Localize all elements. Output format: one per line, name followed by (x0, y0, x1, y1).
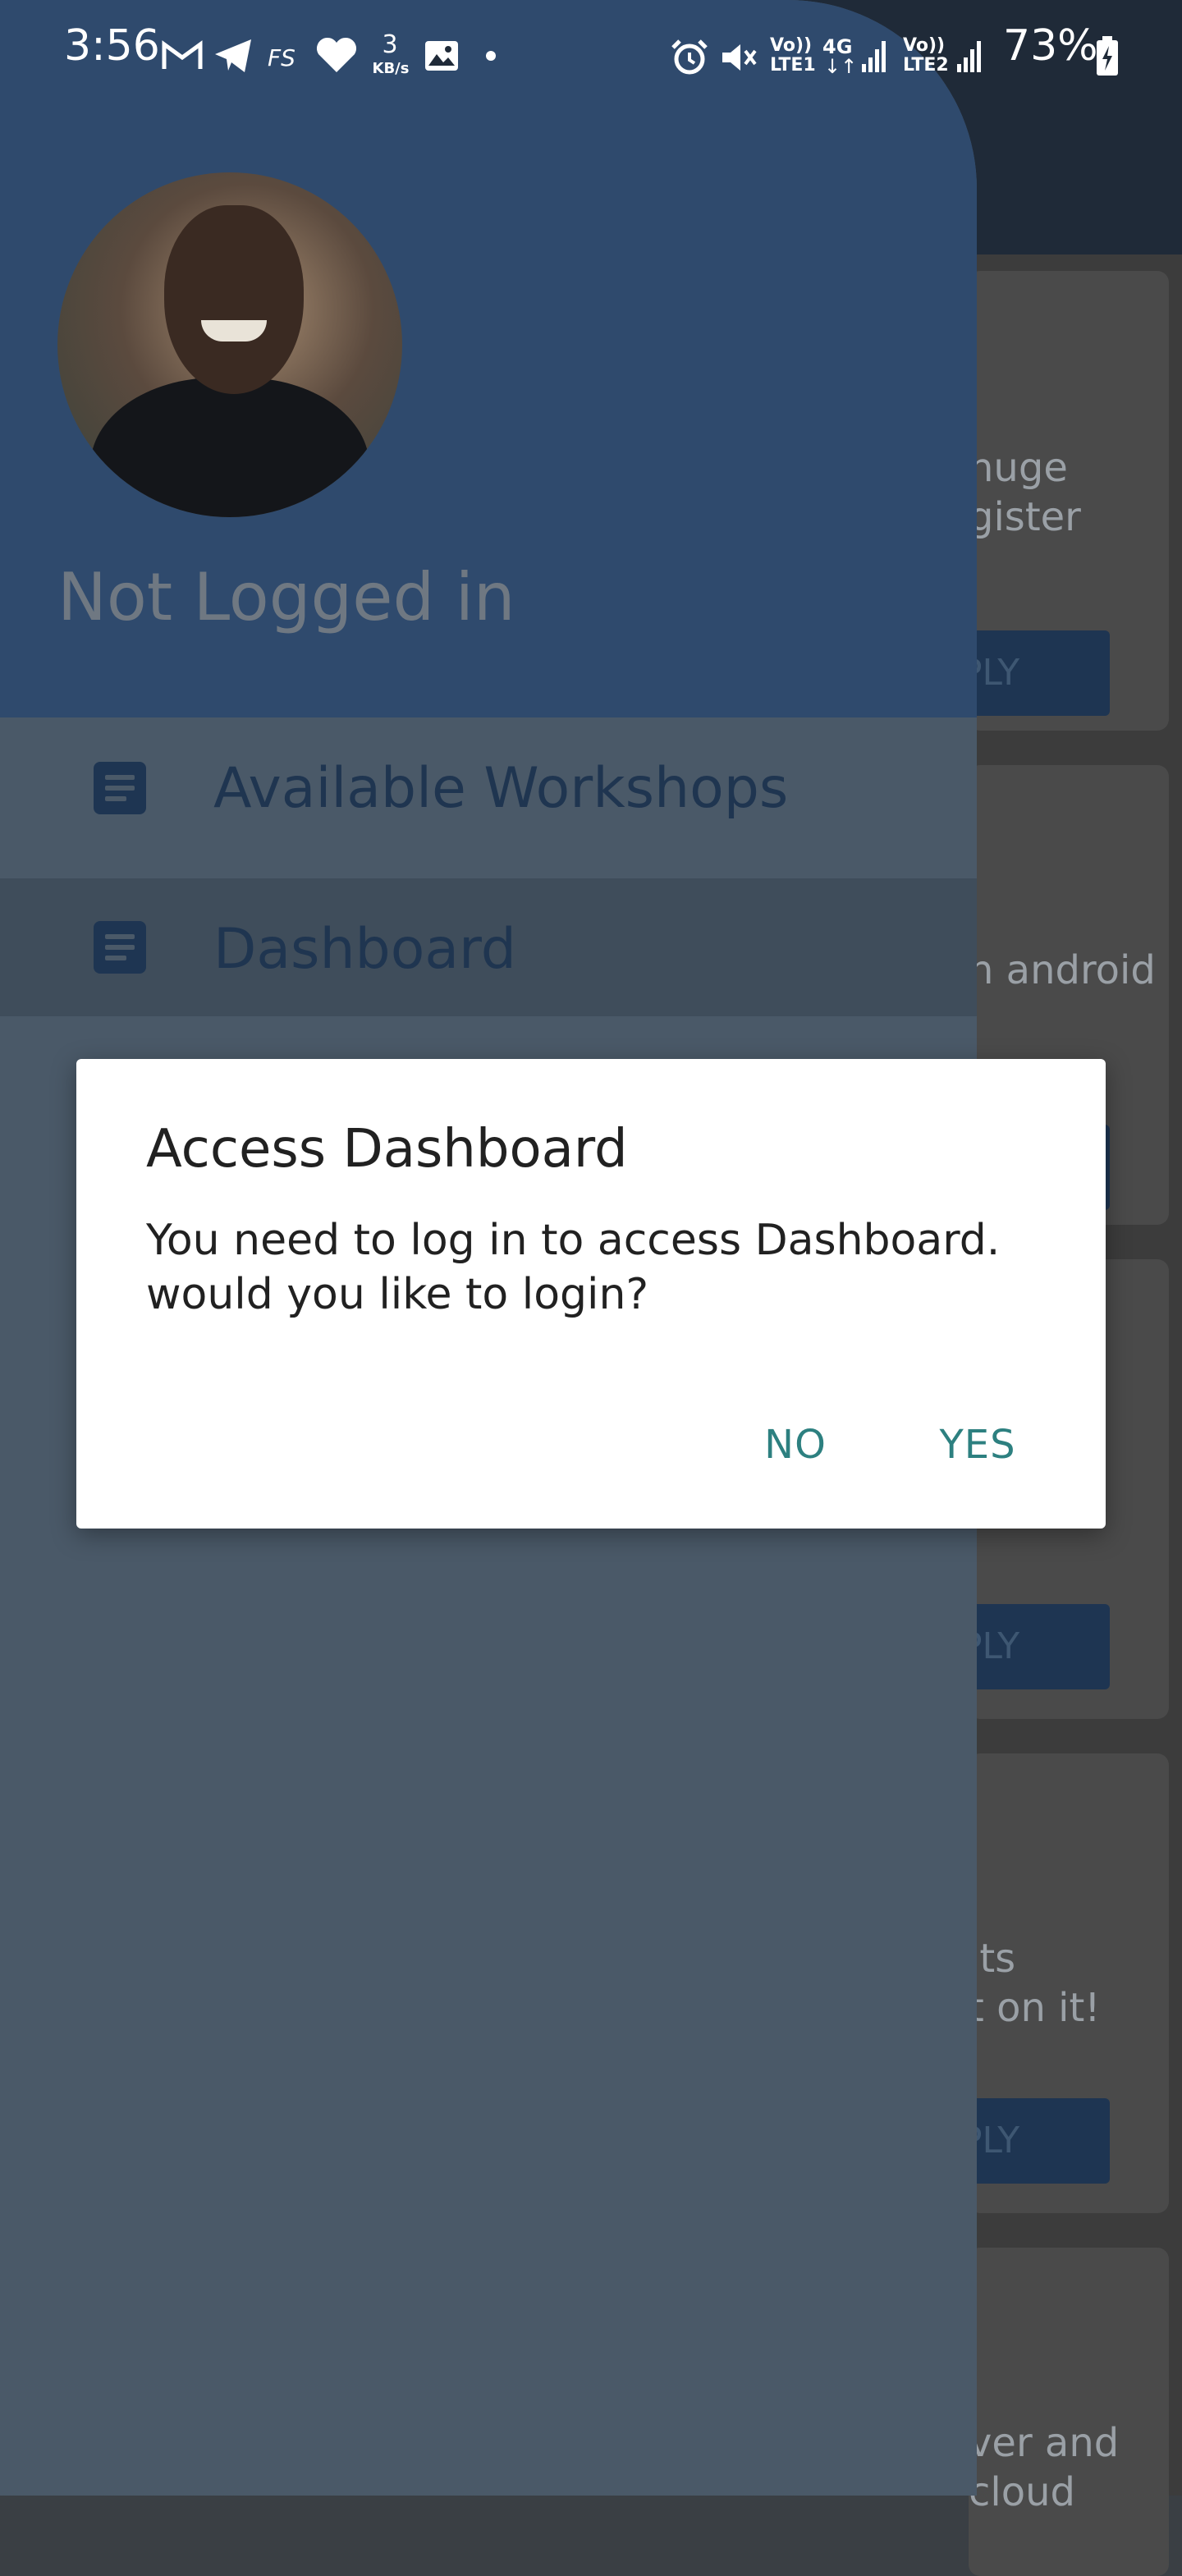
sim1-volte-label: Vo)) (770, 35, 813, 56)
mute-icon (722, 44, 757, 71)
apply-button[interactable]: PLY (969, 2098, 1110, 2184)
alarm-icon (671, 39, 708, 75)
yes-button[interactable]: YES (925, 1404, 1030, 1486)
signal-strength-icon (957, 41, 981, 72)
gallery-icon (425, 41, 458, 71)
menu-item-label: Available Workshops (213, 756, 789, 821)
access-dashboard-dialog: Access Dashboard You need to log in to a… (76, 1059, 1106, 1529)
clock: 3:56 (64, 21, 160, 71)
battery-percentage: 73% (1003, 21, 1098, 71)
avatar (57, 172, 402, 517)
card-text: n android (969, 947, 1156, 993)
sim2-lte-label: LTE2 (903, 55, 949, 76)
card-text: ver and (969, 2420, 1120, 2466)
menu-item-label: Dashboard (213, 917, 516, 982)
card-text: huge (969, 445, 1068, 491)
workshop-card: its t on it! PLY (969, 1753, 1169, 2213)
apply-button[interactable]: PLY (969, 630, 1110, 716)
menu-item-dashboard[interactable]: Dashboard (0, 878, 977, 1016)
signal-strength-icon (862, 41, 886, 72)
dialog-message: You need to log in to access Dashboard. … (146, 1216, 1001, 1319)
status-bar: 3:56 FS 3 KB/s Vo)) LTE1 4G ↓↑ Vo)) LTE2… (0, 0, 1182, 92)
sim1-lte-label: LTE1 (770, 55, 816, 76)
apply-button[interactable]: PLY (969, 1604, 1110, 1689)
data-activity-icon: ↓↑ (824, 55, 858, 78)
no-button[interactable]: NO (749, 1404, 841, 1486)
telegram-icon (215, 39, 251, 72)
sim2-volte-label: Vo)) (903, 35, 946, 56)
document-icon (94, 762, 146, 814)
card-text: gister (969, 494, 1081, 540)
net-speed-value: 3 (382, 30, 398, 59)
menu-item-available-workshops[interactable]: Available Workshops (0, 717, 977, 855)
gmail-icon (162, 40, 203, 69)
login-status: Not Logged in (57, 559, 515, 635)
card-text: t on it! (969, 1985, 1101, 2031)
document-icon (94, 921, 146, 974)
card-text: cloud (969, 2469, 1075, 2515)
more-notifications-dot (486, 51, 496, 61)
dialog-title: Access Dashboard (146, 1119, 628, 1180)
drawer-header: Not Logged in (0, 0, 977, 717)
net-speed-unit: KB/s (372, 60, 410, 77)
workshop-card: ver and cloud (969, 2248, 1169, 2576)
battery-charging-icon (1097, 36, 1118, 76)
workshop-card: huge gister PLY (969, 271, 1169, 731)
health-heart-icon (316, 37, 357, 72)
svg-text:FS: FS (268, 44, 296, 71)
app-fs-icon: FS (268, 44, 296, 71)
